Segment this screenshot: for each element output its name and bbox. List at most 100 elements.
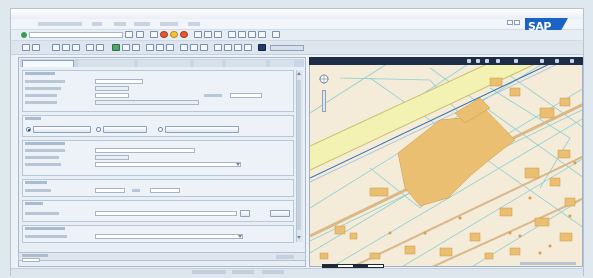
create-icon[interactable] <box>52 44 60 51</box>
exit-icon[interactable] <box>160 31 168 38</box>
group-title <box>25 72 55 75</box>
find-next-icon[interactable] <box>214 31 222 38</box>
menu-item[interactable] <box>188 22 200 26</box>
map-print-icon[interactable] <box>555 59 559 63</box>
document-icon[interactable] <box>122 44 130 51</box>
layout-icon[interactable] <box>258 44 266 51</box>
zoom-out-icon[interactable] <box>234 44 242 51</box>
map-icon[interactable] <box>146 44 154 51</box>
zoom-slider[interactable] <box>322 90 326 112</box>
map-navigation-icon[interactable] <box>318 73 330 87</box>
map-layers-icon[interactable] <box>540 59 544 63</box>
minimize-icon[interactable] <box>507 20 513 25</box>
general-data-group <box>22 70 294 112</box>
search-help-button[interactable] <box>240 210 250 217</box>
valid-to-field[interactable] <box>230 93 262 98</box>
group-title <box>25 202 43 205</box>
refresh-icon[interactable] <box>96 44 104 51</box>
status-field[interactable] <box>22 258 40 262</box>
prev-page-icon[interactable] <box>238 31 246 38</box>
map-canvas[interactable] <box>310 58 583 267</box>
cancel-icon[interactable] <box>170 31 178 38</box>
unit-label <box>132 189 140 192</box>
maximize-icon[interactable] <box>514 20 520 25</box>
responsible-field[interactable] <box>95 234 243 239</box>
last-page-icon[interactable] <box>258 31 266 38</box>
field-label <box>25 94 57 97</box>
title-bar <box>11 9 583 19</box>
settings-icon[interactable] <box>200 44 208 51</box>
help-icon[interactable] <box>272 31 280 38</box>
enter-icon[interactable] <box>21 32 27 38</box>
group-title <box>25 117 41 120</box>
area-field[interactable] <box>95 188 125 193</box>
map-zoom-out-icon[interactable] <box>476 59 480 63</box>
info-icon[interactable] <box>214 44 222 51</box>
stop-icon[interactable] <box>180 31 188 38</box>
edit-icon[interactable] <box>22 44 30 51</box>
class-button[interactable] <box>165 126 239 133</box>
next-page-icon[interactable] <box>248 31 256 38</box>
menu-item[interactable] <box>38 22 82 26</box>
document-field[interactable] <box>95 211 237 216</box>
tab-active[interactable] <box>22 60 74 67</box>
class-button[interactable] <box>103 126 147 133</box>
export-icon[interactable] <box>190 44 198 51</box>
tab[interactable] <box>194 60 222 67</box>
gis-map-view[interactable] <box>309 57 583 267</box>
zoom-in-icon[interactable] <box>224 44 232 51</box>
radio-option[interactable] <box>96 127 101 132</box>
pan-icon[interactable] <box>244 44 252 51</box>
display-icon[interactable] <box>32 44 40 51</box>
description-field[interactable] <box>95 100 199 105</box>
object-id-field[interactable] <box>95 79 143 84</box>
field-label <box>25 189 51 192</box>
display-document-button[interactable] <box>270 210 290 217</box>
first-page-icon[interactable] <box>228 31 236 38</box>
scrollbar-thumb[interactable] <box>297 80 301 230</box>
location-field[interactable] <box>95 148 195 153</box>
details-icon[interactable] <box>86 44 94 51</box>
map-select-icon[interactable] <box>496 59 500 63</box>
district-field[interactable] <box>95 155 129 160</box>
back-icon[interactable] <box>150 31 158 38</box>
map-close-icon[interactable] <box>570 59 574 63</box>
group-title <box>25 142 65 145</box>
menu-item[interactable] <box>134 22 150 26</box>
layer-icon[interactable] <box>156 44 164 51</box>
radio-option[interactable] <box>158 127 163 132</box>
check-icon[interactable] <box>112 44 120 51</box>
map-zoom-in-icon[interactable] <box>467 59 471 63</box>
tab[interactable] <box>138 60 190 67</box>
class-button[interactable] <box>33 126 91 133</box>
land-use-field[interactable] <box>95 162 241 167</box>
panel-status-bar <box>18 252 306 261</box>
map-pan-icon[interactable] <box>485 59 489 63</box>
toolbar-button[interactable] <box>270 45 304 51</box>
tab[interactable] <box>78 60 134 67</box>
valid-from-field[interactable] <box>95 93 129 98</box>
tab[interactable] <box>270 60 294 67</box>
menu-item[interactable] <box>92 22 102 26</box>
print-icon[interactable] <box>194 31 202 38</box>
dropdown-icon[interactable] <box>125 31 133 38</box>
radio-option[interactable] <box>26 127 31 132</box>
print-map-icon[interactable] <box>180 44 188 51</box>
tab[interactable] <box>226 60 266 67</box>
map-measure-icon[interactable] <box>514 59 518 63</box>
delete-icon[interactable] <box>72 44 80 51</box>
area-secondary-field[interactable] <box>150 188 180 193</box>
object-type-field[interactable] <box>95 86 129 91</box>
command-field[interactable] <box>29 32 123 38</box>
attach-icon[interactable] <box>132 44 140 51</box>
field-label <box>25 149 65 152</box>
menu-item[interactable] <box>114 22 126 26</box>
mode-info <box>262 270 284 274</box>
menu-item[interactable] <box>160 22 178 26</box>
field-label <box>25 156 59 159</box>
find-icon[interactable] <box>204 31 212 38</box>
save-icon[interactable] <box>136 31 144 38</box>
copy-icon[interactable] <box>62 44 70 51</box>
measure-icon[interactable] <box>166 44 174 51</box>
field-label <box>25 212 59 215</box>
